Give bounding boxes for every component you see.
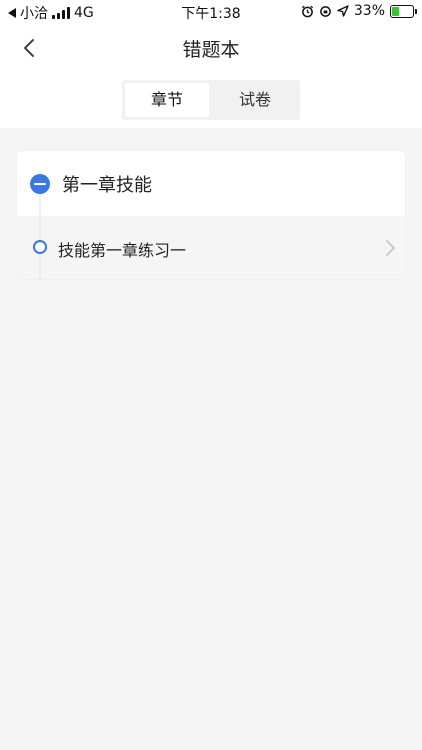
rotation-lock-icon [319,5,331,17]
nav-bar: 错题本 [0,22,422,72]
chapter-row[interactable]: 第一章技能 [17,151,405,216]
timeline-line [39,194,41,216]
collapse-minus-icon[interactable] [30,174,50,194]
ring-icon [33,240,47,254]
battery-icon [390,4,417,18]
location-icon [337,5,349,17]
exercise-title: 技能第一章练习一 [58,241,187,260]
chapter-card: 第一章技能 技能第一章练习一 [17,151,405,279]
chevron-right-icon [386,240,395,256]
battery-percent: 33% [353,3,385,19]
page-title: 错题本 [182,39,240,61]
tab-chapters[interactable]: 章节 [125,83,209,117]
status-right: 33% [301,3,417,19]
alarm-icon [301,5,313,17]
exercise-row[interactable]: 技能第一章练习一 [17,216,405,279]
segmented-tabs: 章节 试卷 [122,80,300,120]
chapter-title: 第一章技能 [62,175,152,196]
status-bar: 小洽 4G 下午1:38 33% [0,0,422,22]
tab-papers[interactable]: 试卷 [213,83,297,117]
header-area: 小洽 4G 下午1:38 33% 错题本 章节 试卷 [0,0,422,128]
